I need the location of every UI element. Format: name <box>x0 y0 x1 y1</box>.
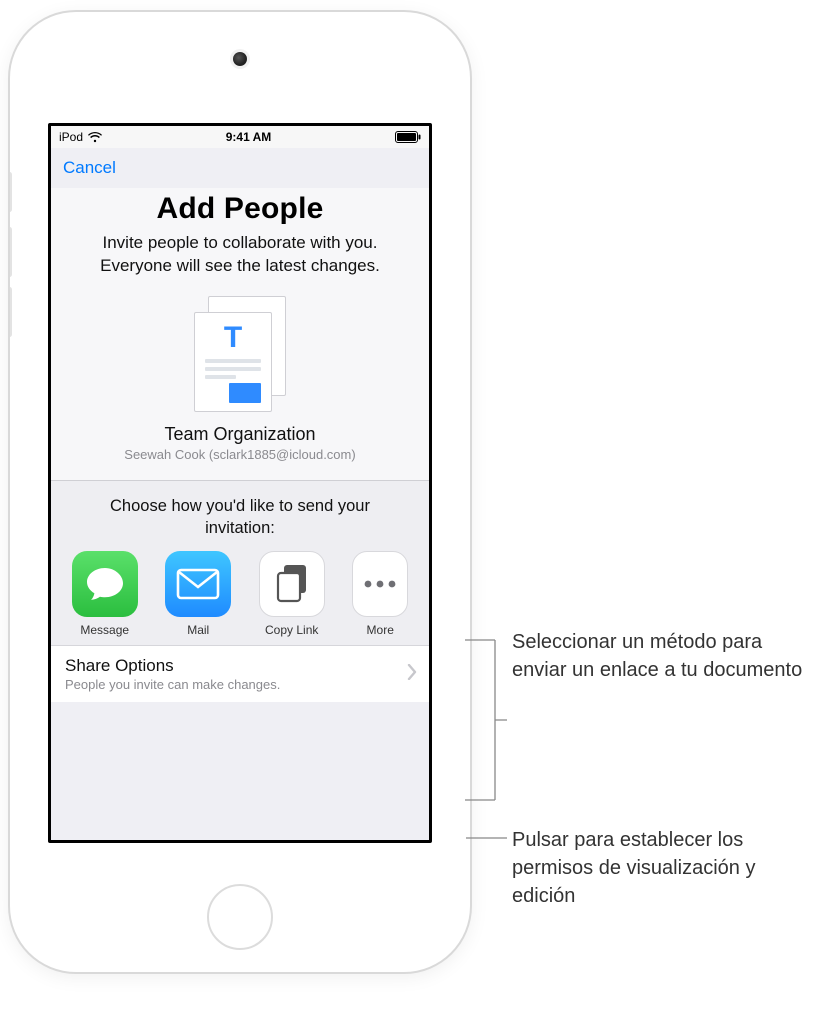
callout-send-method: Seleccionar un método para enviar un enl… <box>512 628 822 684</box>
callout-permissions: Pulsar para establecer los permisos de v… <box>512 826 822 910</box>
